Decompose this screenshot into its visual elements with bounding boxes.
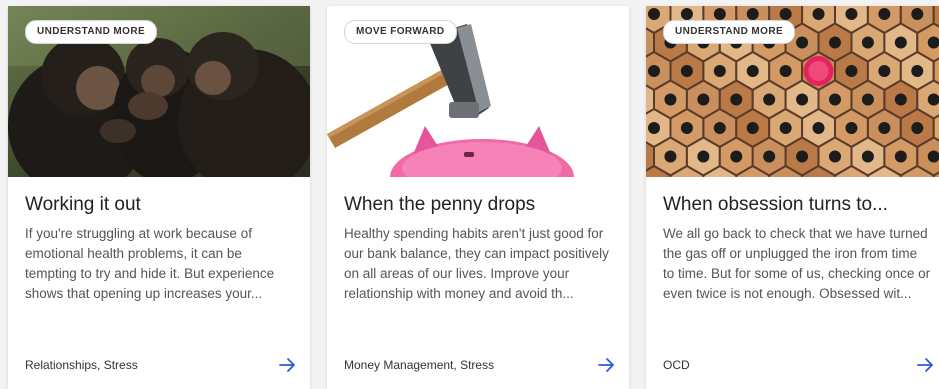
card-description: If you're struggling at work because of … <box>25 226 275 301</box>
arrow-right-icon[interactable] <box>278 355 298 375</box>
category-badge: UNDERSTAND MORE <box>25 20 158 44</box>
card-title[interactable]: Working it out <box>25 193 293 217</box>
card-image-chimpanzees[interactable]: UNDERSTAND MORE <box>8 6 310 177</box>
article-card-working-it-out[interactable]: UNDERSTAND MORE Working it out If you're… <box>8 6 310 389</box>
card-image-hammer-piggy-bank[interactable]: MOVE FORWARD <box>327 6 629 177</box>
card-title[interactable]: When the penny drops <box>344 193 612 217</box>
card-description: We all go back to check that we have tur… <box>663 226 931 301</box>
card-body: When the penny drops Healthy spending ha… <box>327 177 629 389</box>
category-badge: MOVE FORWARD <box>344 20 457 44</box>
card-tags: Relationships, Stress <box>25 358 138 372</box>
card-description: Healthy spending habits aren't just good… <box>344 226 609 301</box>
card-footer: Relationships, Stress <box>25 355 298 375</box>
card-title[interactable]: When obsession turns to... <box>663 193 931 217</box>
card-tags: OCD <box>663 358 690 372</box>
card-image-pencils-pattern[interactable]: UNDERSTAND MORE <box>646 6 939 177</box>
card-body: When obsession turns to... We all go bac… <box>646 177 939 389</box>
arrow-right-icon[interactable] <box>916 355 936 375</box>
article-card-when-the-penny-drops[interactable]: MOVE FORWARD When the penny drops Health… <box>327 6 629 389</box>
arrow-right-icon[interactable] <box>597 355 617 375</box>
card-tags: Money Management, Stress <box>344 358 495 372</box>
card-body: Working it out If you're struggling at w… <box>8 177 310 389</box>
card-footer: OCD <box>663 355 936 375</box>
card-footer: Money Management, Stress <box>344 355 617 375</box>
article-card-when-obsession-turns-to[interactable]: UNDERSTAND MORE When obsession turns to.… <box>646 6 939 389</box>
card-list: UNDERSTAND MORE Working it out If you're… <box>0 0 939 389</box>
category-badge: UNDERSTAND MORE <box>663 20 796 44</box>
